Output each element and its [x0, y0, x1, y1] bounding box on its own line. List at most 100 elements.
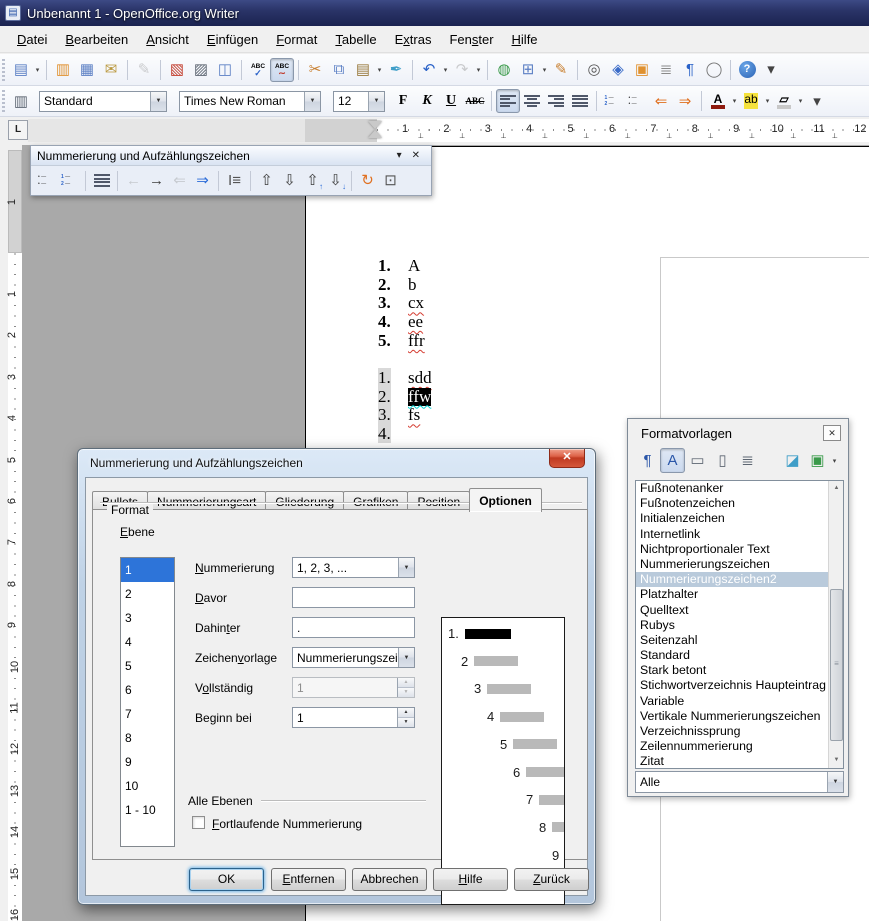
list-item[interactable]: 1.A	[378, 257, 425, 276]
numbering-select[interactable]: 1, 2, 3, ...▼	[292, 557, 415, 578]
page-styles-button[interactable]: ▯	[710, 448, 735, 473]
style-list-item[interactable]: Zeilennummerierung	[636, 739, 843, 754]
list-item[interactable]: 3.cx	[378, 294, 425, 313]
level-item[interactable]: 9	[121, 750, 174, 774]
style-list-item[interactable]: Variable	[636, 694, 843, 709]
level-item[interactable]: 4	[121, 630, 174, 654]
consecutive-numbering-checkbox[interactable]	[192, 816, 205, 829]
demote-level-button[interactable]: →	[145, 169, 168, 193]
menu-item[interactable]: Tabelle	[326, 28, 385, 51]
paste-button[interactable]: ▤	[351, 58, 375, 82]
spin-up-icon[interactable]: ▲	[398, 708, 414, 718]
demote-with-subpoints-button[interactable]: ⇒	[191, 169, 214, 193]
dialog-close-button[interactable]: ✕	[549, 449, 585, 468]
level-item[interactable]: 8	[121, 726, 174, 750]
align-center-button[interactable]	[520, 89, 544, 113]
menu-item[interactable]: Extras	[386, 28, 441, 51]
toolbar-overflow-button[interactable]: ▾	[805, 89, 829, 113]
save-document-button[interactable]: ▦	[75, 58, 99, 82]
paragraph-styles-button[interactable]: ¶	[635, 448, 660, 473]
style-list-item[interactable]: Nichtproportionaler Text	[636, 542, 843, 557]
insert-unnumbered-entry-button[interactable]: I≡	[223, 169, 246, 193]
character-styles-button[interactable]: A	[660, 448, 685, 473]
close-icon[interactable]: ✕	[823, 425, 841, 441]
consecutive-numbering-label[interactable]: Fortlaufende Nummerierung	[212, 817, 362, 831]
level-item[interactable]: 1	[121, 558, 174, 582]
list-item[interactable]: 3.fs	[378, 406, 432, 425]
back-button[interactable]: Zurück	[514, 868, 589, 891]
strikethrough-button[interactable]: ABC	[463, 89, 487, 113]
export-pdf-button[interactable]: ▧	[165, 58, 189, 82]
move-down-button[interactable]: ⇩	[278, 169, 301, 193]
background-color-button[interactable]: ▱	[772, 89, 796, 113]
frame-styles-button[interactable]: ▭	[685, 448, 710, 473]
new-document-button-dropdown-arrow[interactable]: ▾	[33, 58, 42, 82]
level-listbox[interactable]: 123456789101 - 10	[120, 557, 175, 847]
bullets-on-off-button[interactable]: • —• —	[35, 169, 58, 193]
open-document-button[interactable]: ▥	[51, 58, 75, 82]
print-button[interactable]: ▨	[189, 58, 213, 82]
bullets-numbering-dialog-button[interactable]: ⊡	[379, 169, 402, 193]
gallery-button[interactable]: ▣	[630, 58, 654, 82]
menu-item[interactable]: Fenster	[440, 28, 502, 51]
format-paintbrush-button[interactable]: ✒	[384, 58, 408, 82]
increase-indent-button[interactable]: ⇒	[673, 89, 697, 113]
chevron-down-icon[interactable]: ▼	[398, 648, 414, 667]
before-input[interactable]	[292, 587, 415, 608]
align-left-button[interactable]	[496, 89, 520, 113]
chevron-down-icon[interactable]: ▼	[398, 558, 414, 577]
menu-item[interactable]: Bearbeiten	[56, 28, 137, 51]
style-list-item[interactable]: Rubys	[636, 618, 843, 633]
help-button[interactable]: Hilfe	[433, 868, 508, 891]
vertical-ruler[interactable]: 112345678910111213141516	[8, 150, 22, 921]
navigator-button[interactable]: ◈	[606, 58, 630, 82]
insert-table-button-dropdown-arrow[interactable]: ▾	[540, 58, 549, 82]
remove-button[interactable]: Entfernen	[271, 868, 346, 891]
paragraph-style-select[interactable]: Standard▼	[39, 91, 167, 112]
close-icon[interactable]: ✕	[407, 150, 425, 161]
list-item[interactable]: 4.	[378, 425, 432, 444]
move-down-with-subpoints-button[interactable]: ⇩↓	[324, 169, 347, 193]
list-item[interactable]: 4.ee	[378, 313, 425, 332]
move-up-with-subpoints-button[interactable]: ⇧↑	[301, 169, 324, 193]
style-list-item[interactable]: Initialenzeichen	[636, 511, 843, 526]
bullet-list-button[interactable]: • —• —	[625, 89, 649, 113]
align-justify-button[interactable]	[568, 89, 592, 113]
list-item[interactable]: 2.b	[378, 276, 425, 295]
scrollbar-thumb[interactable]	[830, 589, 843, 741]
level-item[interactable]: 1 - 10	[121, 798, 174, 822]
italic-button[interactable]: K	[415, 89, 439, 113]
highlighting-button[interactable]: ab	[739, 89, 763, 113]
chevron-down-icon[interactable]: ▼	[827, 772, 843, 792]
style-list-item[interactable]: Vertikale Nummerierungszeichen	[636, 709, 843, 724]
indent-marker[interactable]	[368, 121, 382, 138]
style-filter-select[interactable]: Alle▼	[635, 771, 844, 793]
find-replace-button[interactable]: ◎	[582, 58, 606, 82]
cancel-button[interactable]: Abbrechen	[352, 868, 427, 891]
horizontal-ruler[interactable]: 1 123456789101112⊥⊥⊥⊥⊥⊥⊥⊥⊥⊥⊥	[28, 119, 869, 142]
style-list-item[interactable]: Nummerierungszeichen2	[636, 572, 843, 587]
zoom-button[interactable]: ◯	[702, 58, 726, 82]
tab-stop-selector[interactable]: L	[8, 120, 28, 140]
scroll-down-icon[interactable]: ▼	[829, 753, 844, 768]
style-list-item[interactable]: Fußnotenzeichen	[636, 496, 843, 511]
formatting-marks-button[interactable]: ¶	[678, 58, 702, 82]
numbered-list-1[interactable]: 1.A2.b3.cx4.ee5.ffr	[378, 257, 425, 351]
floating-toolbar-titlebar[interactable]: Nummerierung und Aufzählungszeichen ▾ ✕	[31, 146, 431, 166]
toolbar-grip[interactable]	[2, 90, 5, 112]
tab-optionen[interactable]: Optionen	[469, 488, 542, 512]
hyperlink-button[interactable]: ◍	[492, 58, 516, 82]
spellcheck-button[interactable]: ABC✓	[246, 58, 270, 82]
list-item[interactable]: 5.ffr	[378, 332, 425, 351]
level-item[interactable]: 10	[121, 774, 174, 798]
bold-button[interactable]: F	[391, 89, 415, 113]
align-right-button[interactable]	[544, 89, 568, 113]
styles-listbox[interactable]: FußnotenankerFußnotenzeichenInitialenzei…	[635, 480, 844, 769]
page-preview-button[interactable]: ◫	[213, 58, 237, 82]
data-sources-button[interactable]: ≣	[654, 58, 678, 82]
menu-item[interactable]: Datei	[8, 28, 56, 51]
style-list-item[interactable]: Internetlink	[636, 527, 843, 542]
toolbar-overflow-button[interactable]: ▾	[759, 58, 783, 82]
styles-window-button[interactable]: ▥	[9, 89, 33, 113]
level-item[interactable]: 3	[121, 606, 174, 630]
